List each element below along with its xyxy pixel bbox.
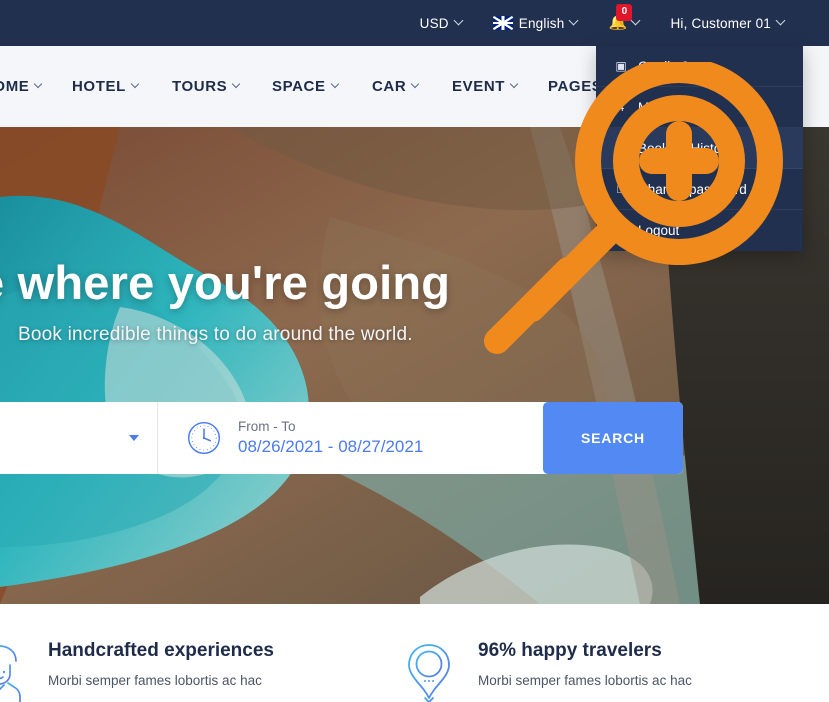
destination-select[interactable]: g? (0, 402, 158, 474)
hero-title: e where you're going (0, 255, 450, 310)
chevron-down-icon (511, 81, 519, 89)
nav-item-label: TOURS (172, 78, 227, 95)
user-icon: ὆4 (614, 100, 628, 114)
feature-title: 96% happy travelers (478, 640, 692, 662)
language-selector[interactable]: English (493, 16, 579, 31)
feature-text: 96% happy travelers Morbi semper fames l… (478, 640, 692, 691)
nav-item-label: EVENT (452, 78, 505, 95)
map-pin-icon (400, 640, 458, 702)
language-label: English (519, 16, 565, 31)
top-utility-bar: USD English 🔔 0 Hi, Customer 01 (0, 0, 829, 46)
chevron-down-icon (35, 81, 43, 89)
user-greeting-label: Hi, Customer 01 (670, 16, 771, 31)
date-range-text: From - To 08/26/2021 - 08/27/2021 (238, 419, 423, 457)
nav-item-event[interactable]: EVENT (452, 78, 519, 95)
user-menu-item-label: Booking History (638, 141, 733, 156)
hero-subtitle: Book incredible things to do around the … (18, 324, 413, 346)
user-menu-item-credit-0[interactable]: ▣ Credit: 0 (596, 46, 803, 87)
user-menu-item-my-profile[interactable]: ὆4 My profile (596, 87, 803, 128)
chevron-down-icon (632, 17, 640, 25)
user-menu-item-change-password[interactable]: □ Change password (596, 169, 803, 210)
history-clock-icon: ◔ (614, 141, 628, 155)
user-account-menu-trigger[interactable]: Hi, Customer 01 (670, 16, 785, 31)
nav-item-home[interactable]: HOME (0, 78, 43, 95)
logout-icon: ↦ (614, 224, 628, 238)
lock-icon: □ (614, 182, 628, 196)
nav-item-label: PAGES (548, 78, 602, 95)
feature-item-handcrafted: Handcrafted experiences Morbi semper fam… (0, 604, 400, 702)
clock-icon (186, 420, 222, 456)
date-range-label: From - To (238, 419, 423, 434)
page-root: USD English 🔔 0 Hi, Customer 01 HOME HOTE… (0, 0, 829, 702)
search-bar: g? From - To 08/26/2021 - 08/27/2021 SEA… (0, 402, 683, 474)
chevron-down-icon (132, 81, 140, 89)
guide-person-icon (0, 640, 28, 702)
currency-label: USD (420, 16, 449, 31)
feature-item-happy-travelers: 96% happy travelers Morbi semper fames l… (400, 604, 800, 702)
date-range-value: 08/26/2021 - 08/27/2021 (238, 437, 423, 457)
caret-down-icon (129, 435, 139, 441)
nav-item-label: SPACE (272, 78, 326, 95)
chevron-down-icon (233, 81, 241, 89)
user-menu-item-logout[interactable]: ↦ Logout (596, 210, 803, 251)
nav-item-tours[interactable]: TOURS (172, 78, 241, 95)
chevron-down-icon (412, 81, 420, 89)
features-section: c (0, 604, 829, 702)
user-menu-item-label: Credit: 0 (638, 59, 689, 74)
feature-description: Morbi semper fames lobortis ac hac (478, 671, 692, 691)
nav-item-hotel[interactable]: HOTEL (72, 78, 140, 95)
feature-text: Handcrafted experiences Morbi semper fam… (48, 640, 274, 691)
user-menu-item-label: Change password (638, 182, 747, 197)
chevron-down-icon (777, 17, 785, 25)
user-account-dropdown: ▣ Credit: 0 ὆4 My profile ◔ Booking History □ C… (596, 46, 803, 251)
nav-item-label: HOME (0, 78, 29, 95)
nav-item-space[interactable]: SPACE (272, 78, 340, 95)
chevron-down-icon (455, 17, 463, 25)
nav-item-label: CAR (372, 78, 406, 95)
chevron-down-icon (570, 17, 578, 25)
user-menu-item-label: Logout (638, 223, 679, 238)
notifications-button[interactable]: 🔔 0 (608, 13, 640, 33)
nav-item-car[interactable]: CAR (372, 78, 420, 95)
uk-flag-icon (493, 16, 513, 30)
feature-description: Morbi semper fames lobortis ac hac (48, 671, 274, 691)
nav-item-label: HOTEL (72, 78, 126, 95)
user-menu-item-label: My profile (638, 100, 697, 115)
bell-icon-wrapper: 🔔 0 (608, 13, 626, 33)
wallet-icon: ▣ (614, 59, 628, 73)
search-button[interactable]: SEARCH (543, 402, 683, 474)
notification-badge: 0 (616, 4, 632, 21)
date-range-picker[interactable]: From - To 08/26/2021 - 08/27/2021 (158, 402, 543, 474)
chevron-down-icon (332, 81, 340, 89)
user-menu-item-booking-history[interactable]: ◔ Booking History (596, 128, 803, 169)
currency-selector[interactable]: USD (420, 16, 463, 31)
feature-title: Handcrafted experiences (48, 640, 274, 662)
